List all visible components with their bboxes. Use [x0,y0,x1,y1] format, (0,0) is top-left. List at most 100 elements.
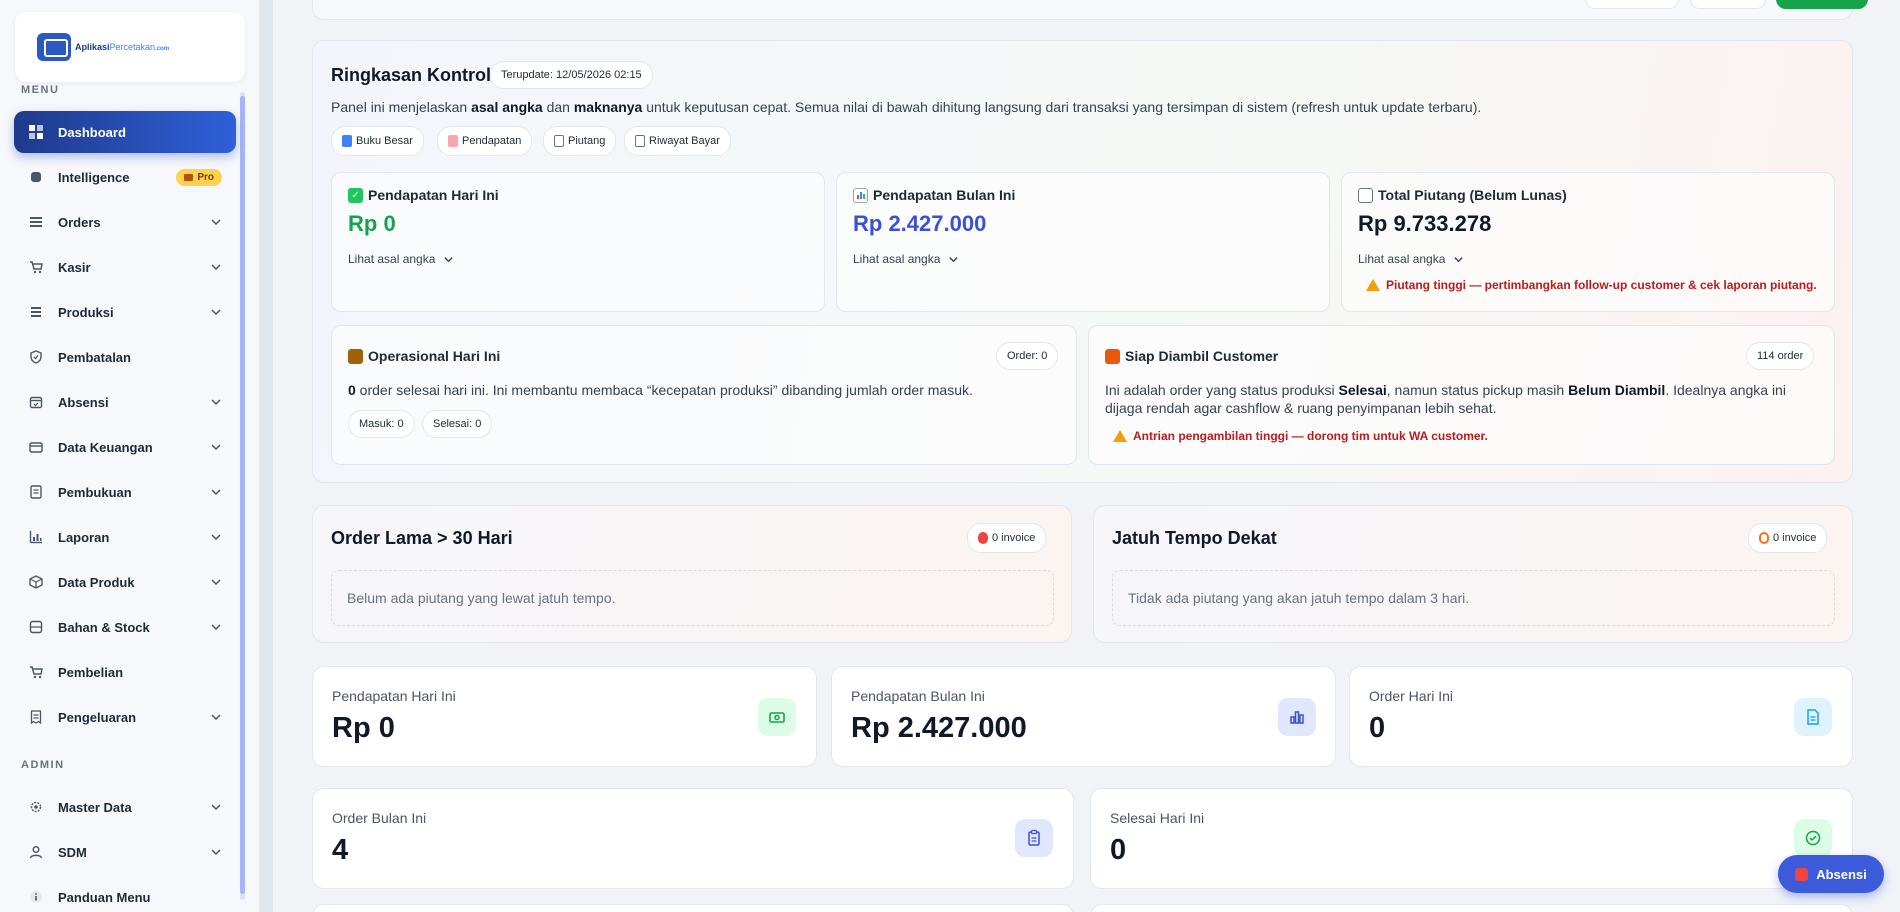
chevron-down-icon [211,309,221,316]
sidebar-item-label: Orders [58,214,101,230]
sidebar-item-produksi[interactable]: Produksi [14,291,236,333]
stat-card-partial [312,904,1074,912]
toolbar-primary-button[interactable] [1776,0,1868,9]
receipt-icon [554,135,564,147]
ringkasan-description: Panel ini menjelaskan asal angka dan mak… [331,99,1482,115]
order-count-badge: Order: 0 [996,342,1059,370]
sidebar-item-label: Laporan [58,529,110,545]
warning-icon [1366,279,1380,291]
top-toolbar-card [312,0,1868,20]
calendar-icon [28,394,44,410]
chevron-down-icon [949,256,959,262]
chevron-down-icon [211,849,221,856]
sidebar-item-orders[interactable]: Orders [14,201,236,243]
lihat-asal-angka-toggle[interactable]: Lihat asal angka [853,252,959,266]
sidebar-item-label: Panduan Menu [58,889,151,905]
package-icon [348,348,363,364]
wallet-icon [28,439,44,455]
clipboard-icon [1015,819,1053,857]
sidebar-item-label: Intelligence [58,169,130,185]
kpi-value: Rp 9.733.278 [1358,211,1492,236]
sidebar-item-pembatalan[interactable]: Pembatalan [14,336,236,378]
sidebar-item-label: Bahan & Stock [58,619,150,635]
chevron-down-icon [211,489,221,496]
sidebar-item-data-produk[interactable]: Data Produk [14,561,236,603]
book-icon [342,135,352,147]
chevron-down-icon [211,534,221,541]
logo-text-accent: Percetakan [109,42,156,52]
siap-diambil-text-line-1: Ini adalah order yang status produksi Se… [1105,382,1786,398]
alarm-clock-icon [1759,532,1769,544]
sidebar-item-laporan[interactable]: Laporan [14,516,236,558]
lihat-asal-angka-toggle[interactable]: Lihat asal angka [348,252,454,266]
stat-card-pendapatan-bulan-ini: Pendapatan Bulan Ini Rp 2.427.000 [831,666,1336,767]
sidebar-item-data-keuangan[interactable]: Data Keuangan [14,426,236,468]
sidebar-item-absensi[interactable]: Absensi [14,381,236,423]
warning-icon [1113,430,1127,442]
jatuh-tempo-card: Jatuh Tempo Dekat 0 invoice Tidak ada pi… [1093,505,1853,643]
stat-label: Pendapatan Hari Ini [332,688,456,704]
user-icon [28,844,44,860]
sidebar-item-master-data[interactable]: Master Data [14,786,236,828]
sidebar-item-panduan-menu[interactable]: Panduan Menu [14,876,236,912]
crown-icon [184,173,194,181]
sidebar-item-dashboard[interactable]: Dashboard [14,111,236,153]
sidebar-item-bahan-stock[interactable]: Bahan & Stock [14,606,236,648]
database-icon [28,619,44,635]
sidebar-item-sdm[interactable]: SDM [14,831,236,873]
box-icon [28,574,44,590]
cart-icon [28,259,44,275]
floating-absensi-button[interactable]: Absensi [1778,855,1884,893]
logo-text-main: Aplikasi [75,42,110,52]
chip-buku-besar[interactable]: Buku Besar [331,126,424,156]
order-lama-empty-state: Belum ada piutang yang lewat jatuh tempo… [331,570,1054,626]
admin-section-label: ADMIN [21,759,65,771]
stat-card-selesai-hari-ini: Selesai Hari Ini 0 [1090,788,1853,889]
stat-value: 0 [1369,712,1386,744]
sidebar-item-pembukuan[interactable]: Pembukuan [14,471,236,513]
cash-icon [758,698,796,736]
piutang-warning: Piutang tinggi — pertimbangkan follow-up… [1366,278,1817,292]
siap-diambil-text-line-2: dijaga rendah agar cashflow & ruang peny… [1105,400,1497,416]
receipt-icon [635,135,645,147]
chip-riwayat-bayar[interactable]: Riwayat Bayar [624,126,731,156]
sidebar-item-label: Pengeluaran [58,709,137,725]
lihat-asal-angka-toggle[interactable]: Lihat asal angka [1358,252,1464,266]
bar-chart-icon [28,529,44,545]
siap-diambil-card: Siap Diambil Customer 114 order Ini adal… [1088,325,1835,465]
order-lama-card: Order Lama > 30 Hari 0 invoice Belum ada… [312,505,1072,643]
chip-pendapatan[interactable]: Pendapatan [437,126,533,156]
bar-chart-icon [853,187,868,203]
sidebar-item-kasir[interactable]: Kasir [14,246,236,288]
check-circle-icon [1794,819,1832,857]
sidebar-item-pembelian[interactable]: Pembelian [14,651,236,693]
siap-diambil-count-badge: 114 order [1746,342,1815,370]
pro-badge: Pro [176,168,222,186]
info-icon [28,889,44,905]
stat-value: 4 [332,834,349,866]
sidebar-item-pengeluaran[interactable]: Pengeluaran [14,696,236,738]
receipt-icon [1358,187,1373,203]
pickup-warning: Antrian pengambilan tinggi — dorong tim … [1113,429,1488,443]
logo-text-suffix: .com [155,46,170,52]
chevron-down-icon [1454,256,1464,262]
chevron-down-icon [211,444,221,451]
sidebar-item-label: Master Data [58,799,132,815]
chip-piutang[interactable]: Piutang [543,126,617,156]
sidebar: AplikasiPercetakan.com MENU Dashboard In… [0,0,260,912]
stat-value: Rp 2.427.000 [851,712,1027,744]
sidebar-item-intelligence[interactable]: Intelligence Pro [14,156,236,198]
toolbar-button-2[interactable] [1690,0,1766,9]
app-logo[interactable]: AplikasiPercetakan.com [15,12,245,82]
chart-up-icon [448,135,458,147]
chevron-down-icon [211,219,221,226]
stat-label: Selesai Hari Ini [1110,810,1205,826]
sidebar-item-label: Pembelian [58,664,124,680]
sidebar-item-label: Kasir [58,259,91,275]
operasional-hari-ini-card: Operasional Hari Ini Order: 0 0 order se… [331,325,1077,465]
kpi-value: Rp 2.427.000 [853,211,987,236]
sidebar-item-label: Pembatalan [58,349,131,365]
toolbar-button-1[interactable] [1585,0,1679,9]
sidebar-menu: MENU Dashboard Intelligence Pro Orders K… [0,80,250,912]
sidebar-gutter [260,0,273,912]
